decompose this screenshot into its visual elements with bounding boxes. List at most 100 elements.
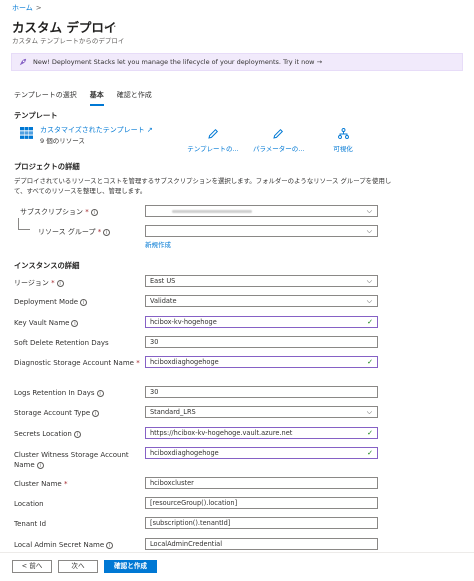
info-icon[interactable]: i: [80, 299, 88, 306]
storage-account-type-label-text: Storage Account Type: [14, 409, 91, 417]
location-value: [resourceGroup().location]: [150, 499, 238, 507]
template-resource-count: 9 個のリソース: [40, 137, 85, 145]
info-icon[interactable]: i: [90, 209, 98, 216]
storage-account-type-select[interactable]: Standard_LRS ⌵: [145, 406, 378, 418]
secrets-location-input[interactable]: https://hcibox-kv-hogehoge.vault.azure.n…: [145, 427, 378, 439]
check-icon: ✓: [367, 449, 373, 457]
info-icon[interactable]: i: [36, 462, 44, 469]
logs-retention-label: Logs Retention In Days i: [14, 389, 104, 397]
required-mark: *: [97, 228, 102, 236]
subscription-label: サブスクリプション * i: [20, 207, 98, 217]
instance-details-heading: インスタンスの詳細: [14, 261, 80, 270]
project-details-description: デプロイされているリソースとコストを管理するサブスクリプションを選択します。フォ…: [14, 177, 392, 195]
template-section-heading: テンプレート: [14, 111, 58, 120]
cluster-witness-value: hciboxdiaghogehoge: [150, 449, 219, 457]
redacted-subscription: [172, 210, 252, 213]
tenant-id-label: Tenant Id: [14, 520, 46, 528]
tab-template-select[interactable]: テンプレートの選択: [14, 90, 77, 106]
info-icon[interactable]: i: [106, 542, 114, 549]
check-icon: ✓: [367, 318, 373, 326]
edit-template-button[interactable]: テンプレートの...: [187, 128, 239, 153]
cluster-witness-label-text: Cluster Witness Storage Account: [14, 451, 129, 459]
key-vault-name-value: hcibox-kv-hogehoge: [150, 318, 217, 326]
location-input[interactable]: [resourceGroup().location]: [145, 497, 378, 509]
previous-button[interactable]: < 前へ: [12, 560, 52, 573]
tenant-id-input[interactable]: [subscription().tenantId]: [145, 517, 378, 529]
logs-retention-value: 30: [150, 388, 159, 396]
breadcrumb-separator: >: [35, 4, 42, 12]
rocket-icon: [19, 58, 27, 66]
local-admin-secret-label: Local Admin Secret Name i: [14, 541, 114, 549]
info-icon[interactable]: i: [103, 229, 111, 236]
deployment-mode-label: Deployment Mode i: [14, 298, 88, 306]
template-name-label: カスタマイズされたテンプレート: [40, 126, 145, 134]
local-admin-secret-input[interactable]: LocalAdminCredential: [145, 538, 378, 550]
soft-delete-retention-input[interactable]: 30: [145, 336, 378, 348]
info-icon[interactable]: i: [96, 390, 104, 397]
cluster-witness-label: Cluster Witness Storage Account Name i: [14, 450, 129, 470]
tree-connector: [18, 218, 30, 230]
required-mark: *: [51, 279, 55, 287]
location-label-text: Location: [14, 500, 44, 508]
page-subtitle: カスタム テンプレートからのデプロイ: [12, 37, 125, 45]
required-mark: *: [136, 359, 140, 367]
region-label-text: リージョン: [14, 279, 49, 287]
deployment-mode-label-text: Deployment Mode: [14, 298, 79, 306]
subscription-select[interactable]: ⌵: [145, 205, 378, 217]
region-select[interactable]: East US ⌵: [145, 275, 378, 287]
resource-group-select[interactable]: ⌵: [145, 225, 378, 237]
tab-basics[interactable]: 基本: [89, 90, 104, 106]
edit-parameters-label: パラメーターの...: [253, 145, 305, 153]
logs-retention-input[interactable]: 30: [145, 386, 378, 398]
required-mark: *: [63, 480, 68, 488]
tab-review-create[interactable]: 確認と作成: [117, 90, 152, 106]
external-link-icon: ↗: [146, 126, 153, 134]
key-vault-name-input[interactable]: hcibox-kv-hogehoge ✓: [145, 316, 378, 328]
soft-delete-retention-label-text: Soft Delete Retention Days: [14, 339, 109, 347]
wizard-footer: < 前へ 次へ 確認と作成: [0, 552, 474, 581]
wizard-tabs: テンプレートの選択 基本 確認と作成: [14, 90, 152, 106]
info-icon[interactable]: i: [92, 410, 100, 417]
next-button[interactable]: 次へ: [58, 560, 98, 573]
logs-retention-label-text: Logs Retention In Days: [14, 389, 95, 397]
local-admin-secret-value: LocalAdminCredential: [150, 540, 223, 548]
diagnostic-storage-label-text: Diagnostic Storage Account Name: [14, 359, 134, 367]
required-mark: *: [85, 208, 89, 216]
local-admin-secret-label-text: Local Admin Secret Name: [14, 541, 105, 549]
tenant-id-value: [subscription().tenantId]: [150, 519, 231, 527]
storage-account-type-label: Storage Account Type i: [14, 409, 100, 417]
cluster-name-value: hciboxcluster: [150, 479, 194, 487]
storage-account-type-value: Standard_LRS: [150, 408, 196, 416]
project-details-heading: プロジェクトの詳細: [14, 162, 80, 171]
visualize-button[interactable]: 可視化: [328, 128, 358, 153]
resource-group-label: リソース グループ * i: [38, 227, 111, 237]
review-create-button[interactable]: 確認と作成: [104, 560, 157, 573]
deployment-stacks-banner[interactable]: New! Deployment Stacks let you manage th…: [11, 53, 463, 71]
breadcrumb-home-link[interactable]: ホーム: [12, 4, 33, 12]
cluster-witness-input[interactable]: hciboxdiaghogehoge ✓: [145, 447, 378, 459]
info-icon[interactable]: i: [56, 280, 64, 287]
cluster-witness-label-text-2: Name: [14, 461, 35, 469]
key-vault-name-label-text: Key Vault Name: [14, 319, 70, 327]
region-label: リージョン * i: [14, 278, 64, 288]
chevron-down-icon: ⌵: [366, 227, 372, 235]
create-new-resource-group-link[interactable]: 新規作成: [145, 239, 171, 249]
check-icon: ✓: [367, 358, 373, 366]
visualize-label: 可視化: [333, 145, 353, 153]
visualize-icon: [337, 128, 349, 139]
secrets-location-label-text: Secrets Location: [14, 430, 72, 438]
template-name-link[interactable]: カスタマイズされたテンプレート ↗: [40, 125, 153, 135]
location-label: Location: [14, 500, 44, 508]
diagnostic-storage-value: hciboxdiaghogehoge: [150, 358, 219, 366]
deployment-mode-select[interactable]: Validate ⌵: [145, 295, 378, 307]
edit-parameters-button[interactable]: パラメーターの...: [253, 128, 305, 153]
chevron-down-icon: ⌵: [366, 207, 372, 215]
chevron-down-icon: ⌵: [366, 297, 372, 305]
diagnostic-storage-input[interactable]: hciboxdiaghogehoge ✓: [145, 356, 378, 368]
breadcrumb: ホーム >: [12, 3, 42, 13]
info-icon[interactable]: i: [71, 320, 79, 327]
region-value: East US: [150, 277, 176, 285]
cluster-name-input[interactable]: hciboxcluster: [145, 477, 378, 489]
more-options-icon[interactable]: ...: [104, 17, 118, 30]
info-icon[interactable]: i: [73, 431, 81, 438]
